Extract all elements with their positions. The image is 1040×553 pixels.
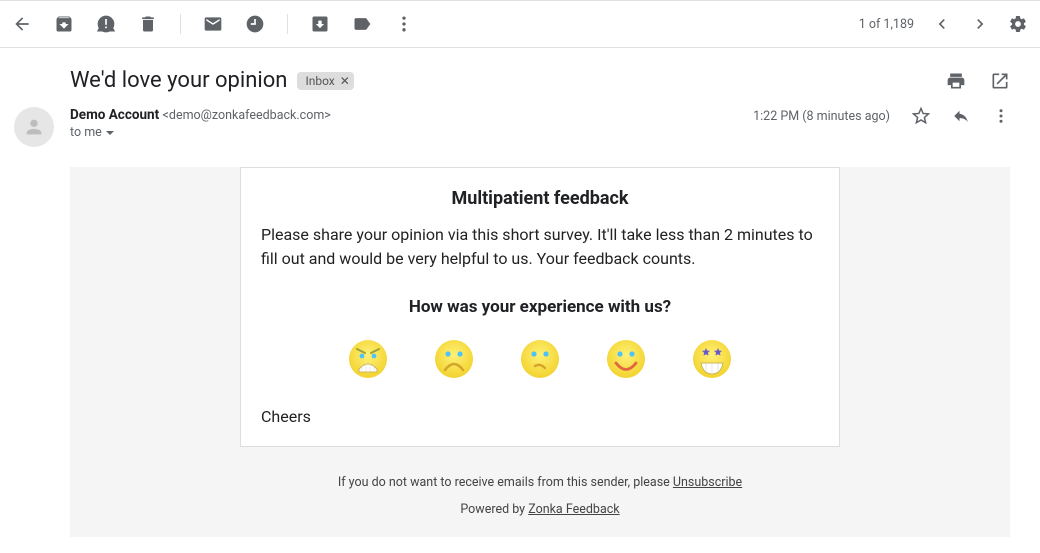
label-chip-text: Inbox xyxy=(305,74,334,88)
unsubscribe-prefix: If you do not want to receive emails fro… xyxy=(338,475,673,490)
older-icon[interactable] xyxy=(970,14,990,34)
avatar xyxy=(14,107,54,147)
powered-by-prefix: Powered by xyxy=(460,502,528,517)
star-icon[interactable] xyxy=(912,107,930,125)
survey-card: Multipatient feedback Please share your … xyxy=(240,167,840,447)
chevron-down-icon xyxy=(106,131,114,135)
back-icon[interactable] xyxy=(12,14,32,34)
powered-by-line: Powered by Zonka Feedback xyxy=(70,502,1010,517)
pager-position: 1 of 1,189 xyxy=(859,17,914,32)
action-toolbar: 1 of 1,189 xyxy=(0,0,1040,48)
face-confused[interactable] xyxy=(520,339,560,379)
survey-question: How was your experience with us? xyxy=(261,297,819,317)
recipient-label: to me xyxy=(70,125,102,140)
label-chip-inbox[interactable]: Inbox ✕ xyxy=(297,72,353,90)
survey-intro: Please share your opinion via this short… xyxy=(261,223,819,271)
print-icon[interactable] xyxy=(946,71,966,91)
more-icon[interactable] xyxy=(992,107,1010,125)
toolbar-separator xyxy=(180,14,181,34)
powered-by-link[interactable]: Zonka Feedback xyxy=(528,502,619,517)
delete-icon[interactable] xyxy=(138,14,158,34)
report-spam-icon[interactable] xyxy=(96,14,116,34)
email-subject: We'd love your opinion xyxy=(70,68,287,93)
labels-icon[interactable] xyxy=(352,14,372,34)
archive-icon[interactable] xyxy=(54,14,74,34)
email-time: 1:22 PM (8 minutes ago) xyxy=(753,109,890,124)
sender-email: <demo@zonkafeedback.com> xyxy=(163,108,331,123)
sender-name: Demo Account xyxy=(70,107,159,123)
email-body: Multipatient feedback Please share your … xyxy=(70,167,1010,537)
more-icon[interactable] xyxy=(394,14,414,34)
recipient-dropdown[interactable]: to me xyxy=(70,125,753,140)
toolbar-separator xyxy=(287,14,288,34)
open-new-window-icon[interactable] xyxy=(990,71,1010,91)
move-to-icon[interactable] xyxy=(310,14,330,34)
mark-unread-icon[interactable] xyxy=(203,14,223,34)
unsubscribe-link[interactable]: Unsubscribe xyxy=(673,475,742,490)
reply-icon[interactable] xyxy=(952,107,970,125)
face-sad[interactable] xyxy=(434,339,474,379)
snooze-icon[interactable] xyxy=(245,14,265,34)
face-angry[interactable] xyxy=(348,339,388,379)
newer-icon[interactable] xyxy=(932,14,952,34)
rating-faces xyxy=(261,339,819,379)
face-happy[interactable] xyxy=(606,339,646,379)
settings-icon[interactable] xyxy=(1008,14,1028,34)
close-icon[interactable]: ✕ xyxy=(340,74,350,88)
face-excited[interactable] xyxy=(692,339,732,379)
survey-signoff: Cheers xyxy=(261,407,819,426)
survey-title: Multipatient feedback xyxy=(261,188,819,209)
unsubscribe-line: If you do not want to receive emails fro… xyxy=(70,475,1010,490)
